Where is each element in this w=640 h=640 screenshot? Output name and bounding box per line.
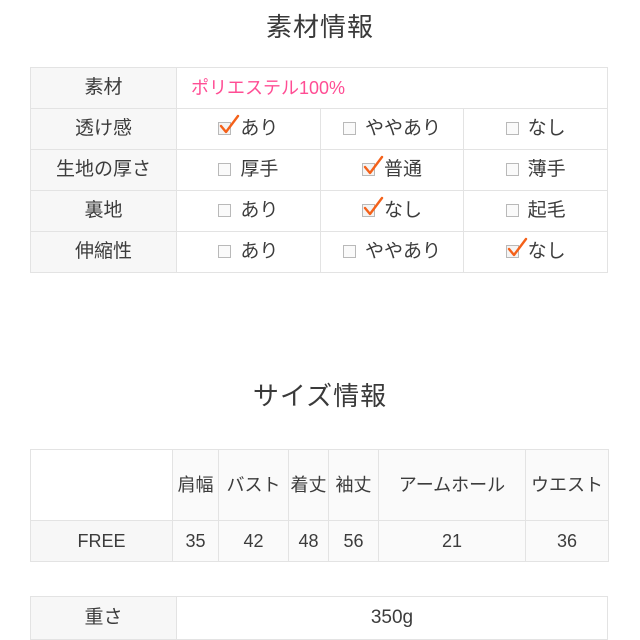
option-label: あり <box>240 199 279 221</box>
measurement-cell: 56 <box>328 520 379 562</box>
checkbox-unchecked-icon[interactable] <box>218 203 232 217</box>
option-cell[interactable]: なし <box>463 108 608 150</box>
option[interactable]: ややあり <box>342 239 441 265</box>
checkbox-checked-icon[interactable] <box>361 155 384 176</box>
option-label: なし <box>527 240 566 262</box>
column-header: ウエスト <box>525 449 609 521</box>
row-label: 裏地 <box>30 190 177 232</box>
option[interactable]: なし <box>505 116 566 142</box>
table-row: 伸縮性 あり ややあり なし <box>30 231 608 273</box>
product-spec-page: 素材情報 素材 ポリエステル100% 透け感 あり ややあり なし 生地の厚さ … <box>0 0 640 640</box>
option-cell[interactable]: なし <box>319 190 465 232</box>
checkbox-checked-icon[interactable] <box>361 196 384 217</box>
column-header: バスト <box>218 449 289 521</box>
option-label: ややあり <box>364 117 441 139</box>
measurement-cell: 48 <box>288 520 329 562</box>
option-cell[interactable]: 普通 <box>319 149 465 191</box>
material-section-title: 素材情報 <box>265 12 374 42</box>
weight-label: 重さ <box>30 596 177 640</box>
checkbox-checked-icon[interactable] <box>505 237 527 258</box>
checkbox-checked-icon[interactable] <box>218 114 240 135</box>
option-cell[interactable]: あり <box>176 231 321 273</box>
option-label: なし <box>383 199 422 221</box>
size-name-cell: FREE <box>30 520 173 562</box>
size-table-corner-cell <box>30 449 173 521</box>
option-label: あり <box>240 240 279 262</box>
option-label: なし <box>527 117 566 139</box>
measurement-cell: 42 <box>218 520 289 562</box>
option-cell[interactable]: なし <box>463 231 608 273</box>
check-mark-icon <box>363 196 384 216</box>
option[interactable]: あり <box>218 198 278 224</box>
row-label: 生地の厚さ <box>30 149 177 191</box>
measurement-cell: 35 <box>172 520 219 562</box>
checkbox-unchecked-icon[interactable] <box>505 121 519 135</box>
check-mark-icon <box>507 237 527 257</box>
option[interactable]: ややあり <box>342 116 441 142</box>
option-cell[interactable]: 起毛 <box>463 190 608 232</box>
row-label: 素材 <box>30 67 177 109</box>
option[interactable]: 起毛 <box>505 198 566 224</box>
option-cell[interactable]: あり <box>176 108 321 150</box>
option-cell[interactable]: ややあり <box>319 108 465 150</box>
check-mark-icon <box>363 155 384 175</box>
option[interactable]: あり <box>218 114 279 142</box>
weight-table: 重さ 350g <box>30 596 608 640</box>
column-header: 着丈 <box>288 449 329 521</box>
column-header: 肩幅 <box>172 449 219 521</box>
option-label: 厚手 <box>240 158 279 180</box>
option-cell[interactable]: 薄手 <box>463 149 608 191</box>
option[interactable]: なし <box>505 237 566 265</box>
checkbox-unchecked-icon[interactable] <box>342 121 356 135</box>
weight-value: 350g <box>176 596 608 640</box>
table-row: 裏地 あり なし 起毛 <box>30 190 608 232</box>
option[interactable]: 薄手 <box>505 157 566 183</box>
table-row: FREE 35 42 48 56 21 36 <box>30 520 609 562</box>
option-label: 普通 <box>383 158 422 180</box>
checkbox-unchecked-icon[interactable] <box>505 162 519 176</box>
option-label: 薄手 <box>527 158 566 180</box>
option-label: 起毛 <box>527 199 566 221</box>
option[interactable]: 普通 <box>361 155 422 183</box>
row-label: 透け感 <box>30 108 177 150</box>
table-row: 生地の厚さ 厚手 普通 薄手 <box>30 149 608 191</box>
table-row: 透け感 あり ややあり なし <box>30 108 608 150</box>
column-header: アームホール <box>378 449 526 521</box>
option-cell[interactable]: 厚手 <box>176 149 321 191</box>
column-header: 袖丈 <box>328 449 379 521</box>
option[interactable]: あり <box>218 239 278 265</box>
check-mark-icon <box>220 114 240 134</box>
option-cell[interactable]: あり <box>176 190 321 232</box>
measurement-cell: 21 <box>378 520 526 562</box>
size-table-header-row: 肩幅 バスト 着丈 袖丈 アームホール ウエスト <box>30 449 609 521</box>
table-row: 重さ 350g <box>30 596 608 640</box>
size-info-table: 肩幅 バスト 着丈 袖丈 アームホール ウエスト FREE 35 42 48 5… <box>30 449 609 562</box>
option[interactable]: 厚手 <box>218 157 278 183</box>
material-info-table: 素材 ポリエステル100% 透け感 あり ややあり なし 生地の厚さ 厚手 普通… <box>30 67 608 273</box>
option-label: ややあり <box>364 240 441 262</box>
table-row: 素材 ポリエステル100% <box>30 67 608 109</box>
row-label: 伸縮性 <box>30 231 177 273</box>
checkbox-unchecked-icon[interactable] <box>218 244 232 258</box>
checkbox-unchecked-icon[interactable] <box>342 244 356 258</box>
option[interactable]: なし <box>361 196 422 224</box>
option-label: あり <box>240 117 279 139</box>
measurement-cell: 36 <box>525 520 609 562</box>
checkbox-unchecked-icon[interactable] <box>218 162 232 176</box>
checkbox-unchecked-icon[interactable] <box>505 203 519 217</box>
material-composition-value: ポリエステル100% <box>176 67 608 109</box>
option-cell[interactable]: ややあり <box>319 231 465 273</box>
size-section-title: サイズ情報 <box>252 381 388 411</box>
